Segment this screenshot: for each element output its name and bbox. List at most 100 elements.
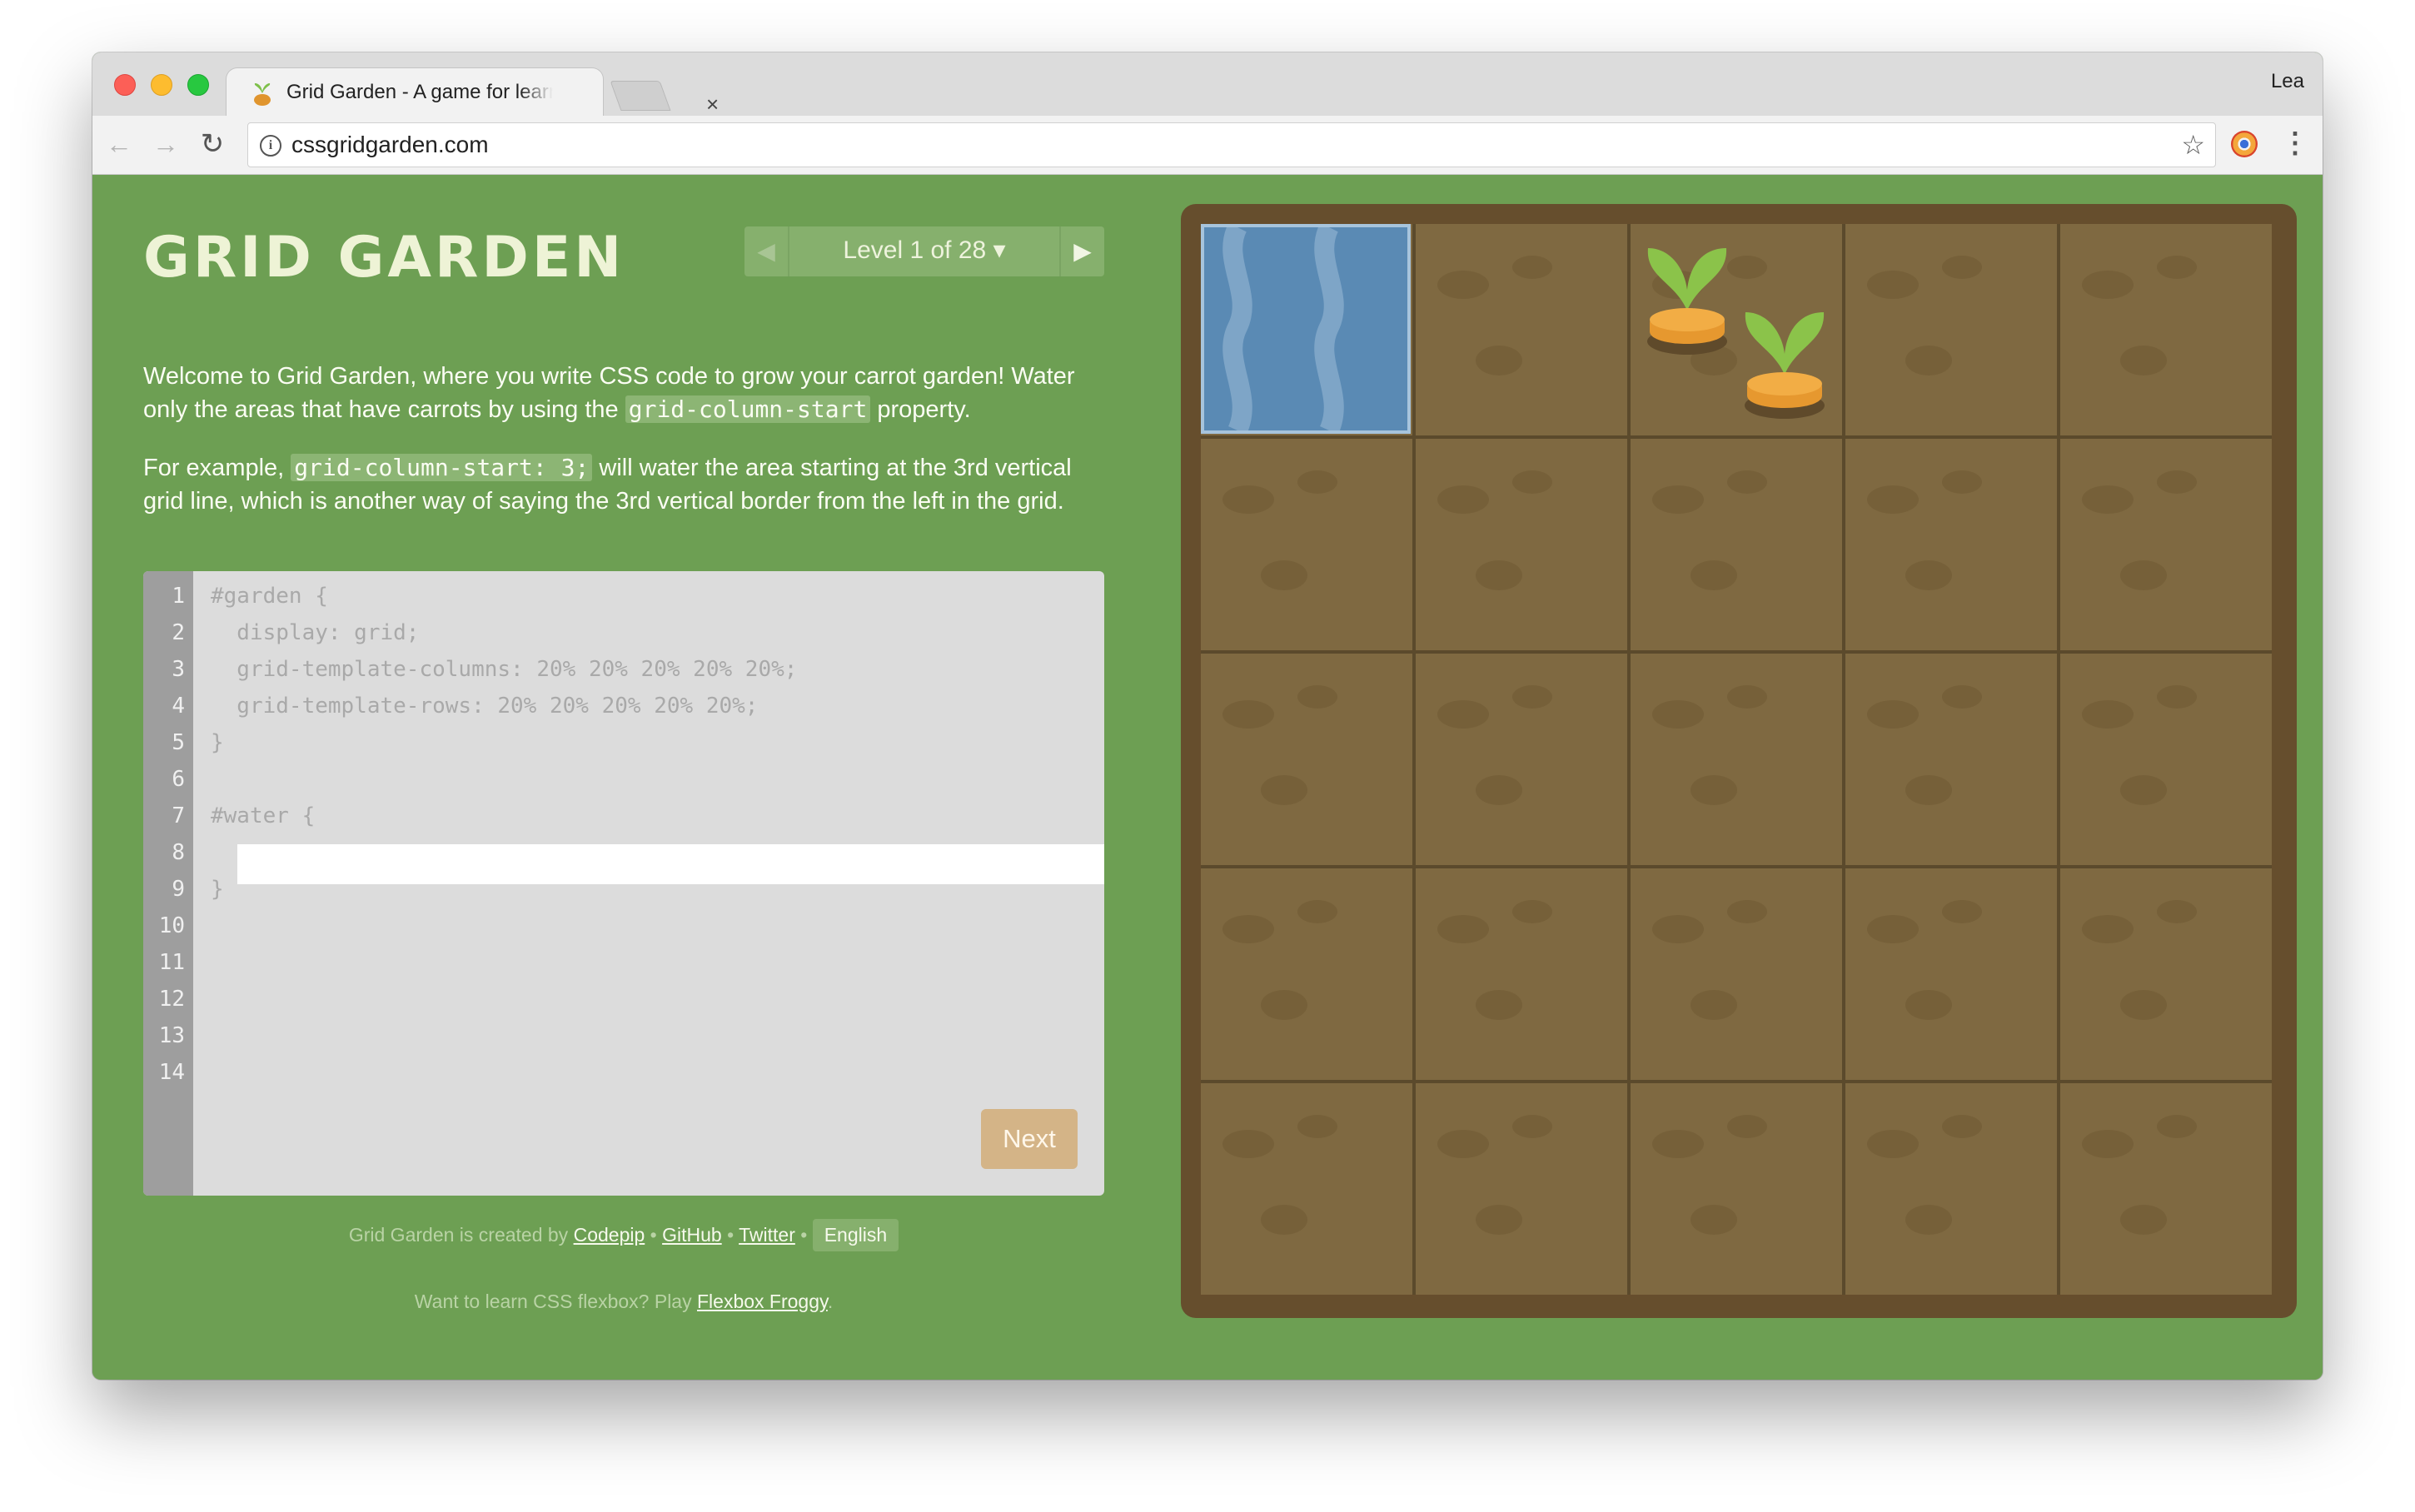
- carrot-icon: [1745, 312, 1825, 419]
- soil-cell: [2060, 439, 2272, 650]
- carrot-favicon-icon: [254, 83, 271, 106]
- line-number: 13: [158, 1023, 185, 1048]
- reload-icon[interactable]: ↻: [196, 127, 229, 161]
- separator: •: [794, 1224, 813, 1246]
- soil-cell: [2060, 1083, 2272, 1295]
- tab-bar: Grid Garden - A game for learning CSS gr…: [92, 52, 2323, 117]
- soil-cell: [1416, 439, 1627, 650]
- language-selector[interactable]: English: [812, 1219, 899, 1251]
- line-number: 11: [158, 950, 185, 975]
- soil-cell: [1631, 1083, 1842, 1295]
- soil-cell: [1201, 439, 1412, 650]
- code-line: }: [211, 730, 224, 755]
- code-line: #garden {: [211, 584, 328, 609]
- line-number: 5: [172, 730, 185, 755]
- soil-cell: [2060, 224, 2272, 435]
- instructions: Welcome to Grid Garden, where you write …: [143, 360, 1118, 543]
- new-tab-button[interactable]: [610, 81, 671, 111]
- line-number: 3: [172, 657, 185, 682]
- game-logo: GRID GARDEN: [143, 225, 625, 291]
- browser-window: Grid Garden - A game for learning CSS gr…: [92, 52, 2323, 1380]
- line-number-gutter: 1 2 3 4 5 6 7 8 9 10 11 12 13 14: [143, 571, 193, 1196]
- soil-cell: [1416, 1083, 1627, 1295]
- browser-toolbar: ← → ↻ i cssgridgarden.com ☆ ⋮: [92, 116, 2323, 175]
- soil-cell: [1845, 439, 2057, 650]
- instruction-text: property.: [870, 396, 971, 423]
- next-level-icon[interactable]: ▶: [1059, 226, 1104, 276]
- level-navigation: ◀ Level 1 of 28 ▾ ▶: [744, 226, 1104, 276]
- separator: •: [721, 1224, 739, 1246]
- instruction-paragraph-1: Welcome to Grid Garden, where you write …: [143, 360, 1118, 426]
- inline-code: grid-column-start: [625, 395, 871, 423]
- browser-menu-icon[interactable]: ⋮: [2281, 126, 2309, 161]
- soil-cell: [1631, 654, 1842, 865]
- soil-cell: [1845, 654, 2057, 865]
- maximize-window-button[interactable]: [187, 74, 209, 96]
- water-tile: [1201, 222, 1411, 435]
- tab-close-icon[interactable]: ×: [706, 93, 719, 115]
- promo-text: Want to learn CSS flexbox? Play: [414, 1291, 697, 1312]
- inline-code: grid-column-start: 3;: [291, 454, 593, 481]
- soil-cell: [2060, 654, 2272, 865]
- soil-cell: [2060, 868, 2272, 1080]
- info-icon[interactable]: i: [260, 135, 281, 157]
- water-waves-icon: [1222, 222, 1344, 435]
- garden-board: [1181, 204, 2297, 1318]
- line-number: 2: [172, 620, 185, 645]
- twitter-link[interactable]: Twitter: [739, 1224, 795, 1246]
- extension-icon[interactable]: [2231, 131, 2258, 157]
- css-editor: 1 2 3 4 5 6 7 8 9 10 11 12 13 14 #garden…: [143, 571, 1104, 1196]
- bookmark-star-icon[interactable]: ☆: [2181, 130, 2205, 160]
- address-bar[interactable]: i cssgridgarden.com ☆: [247, 122, 2216, 167]
- line-number: 4: [172, 694, 185, 719]
- browser-tab-active[interactable]: Grid Garden - A game for learning CSS gr…: [226, 67, 719, 117]
- line-number: 12: [158, 987, 185, 1012]
- soil-cell: [1631, 868, 1842, 1080]
- profile-name[interactable]: Lea: [2271, 69, 2304, 94]
- code-line: }: [211, 877, 224, 902]
- code-line: grid-template-rows: 20% 20% 20% 20% 20%;: [211, 694, 759, 719]
- github-link[interactable]: GitHub: [662, 1224, 722, 1246]
- soil-cell: [1201, 654, 1412, 865]
- soil-cell: [1416, 654, 1627, 865]
- minimize-window-button[interactable]: [151, 74, 172, 96]
- back-arrow-icon[interactable]: ←: [102, 127, 136, 161]
- promo-end: .: [827, 1291, 834, 1312]
- line-number: 9: [172, 877, 185, 902]
- code-line: #water {: [211, 803, 316, 828]
- flexbox-froggy-link[interactable]: Flexbox Froggy: [697, 1291, 828, 1312]
- code-line: display: grid;: [211, 620, 420, 645]
- instruction-paragraph-2: For example, grid-column-start: 3; will …: [143, 451, 1118, 518]
- soil-cell: [1845, 868, 2057, 1080]
- flexbox-promo: Want to learn CSS flexbox? Play Flexbox …: [92, 1291, 1155, 1313]
- carrot-icon: [1647, 248, 1727, 355]
- line-number: 6: [172, 767, 185, 792]
- soil-cell: [1631, 439, 1842, 650]
- codepip-link[interactable]: Codepip: [574, 1224, 645, 1246]
- soil-cell: [1845, 1083, 2057, 1295]
- soil-cell: [1201, 868, 1412, 1080]
- forward-arrow-icon[interactable]: →: [149, 127, 182, 161]
- page-content: GRID GARDEN ◀ Level 1 of 28 ▾ ▶ Welcome …: [92, 175, 2323, 1380]
- soil-cell: [1416, 868, 1627, 1080]
- credits-footer: Grid Garden is created by Codepip • GitH…: [92, 1219, 1155, 1251]
- credits-text: Grid Garden is created by: [348, 1224, 574, 1246]
- url-text[interactable]: cssgridgarden.com: [291, 132, 489, 157]
- previous-level-icon[interactable]: ◀: [744, 226, 789, 276]
- window-controls: [114, 74, 209, 96]
- close-window-button[interactable]: [114, 74, 136, 96]
- level-selector[interactable]: Level 1 of 28 ▾: [788, 226, 1061, 276]
- line-number: 14: [158, 1060, 185, 1085]
- instruction-text: For example,: [143, 455, 291, 481]
- code-line: grid-template-columns: 20% 20% 20% 20% 2…: [211, 657, 798, 682]
- next-button[interactable]: Next: [981, 1109, 1078, 1169]
- soil-cell: [1416, 224, 1627, 435]
- separator: •: [645, 1224, 663, 1246]
- soil-cell: [1845, 224, 2057, 435]
- tab-title: Grid Garden - A game for learning CSS gr…: [286, 80, 553, 105]
- line-number: 7: [172, 803, 185, 828]
- line-number: 1: [172, 584, 185, 609]
- soil-cell: [1201, 1083, 1412, 1295]
- css-answer-input[interactable]: [237, 844, 1104, 884]
- line-number: 10: [158, 913, 185, 938]
